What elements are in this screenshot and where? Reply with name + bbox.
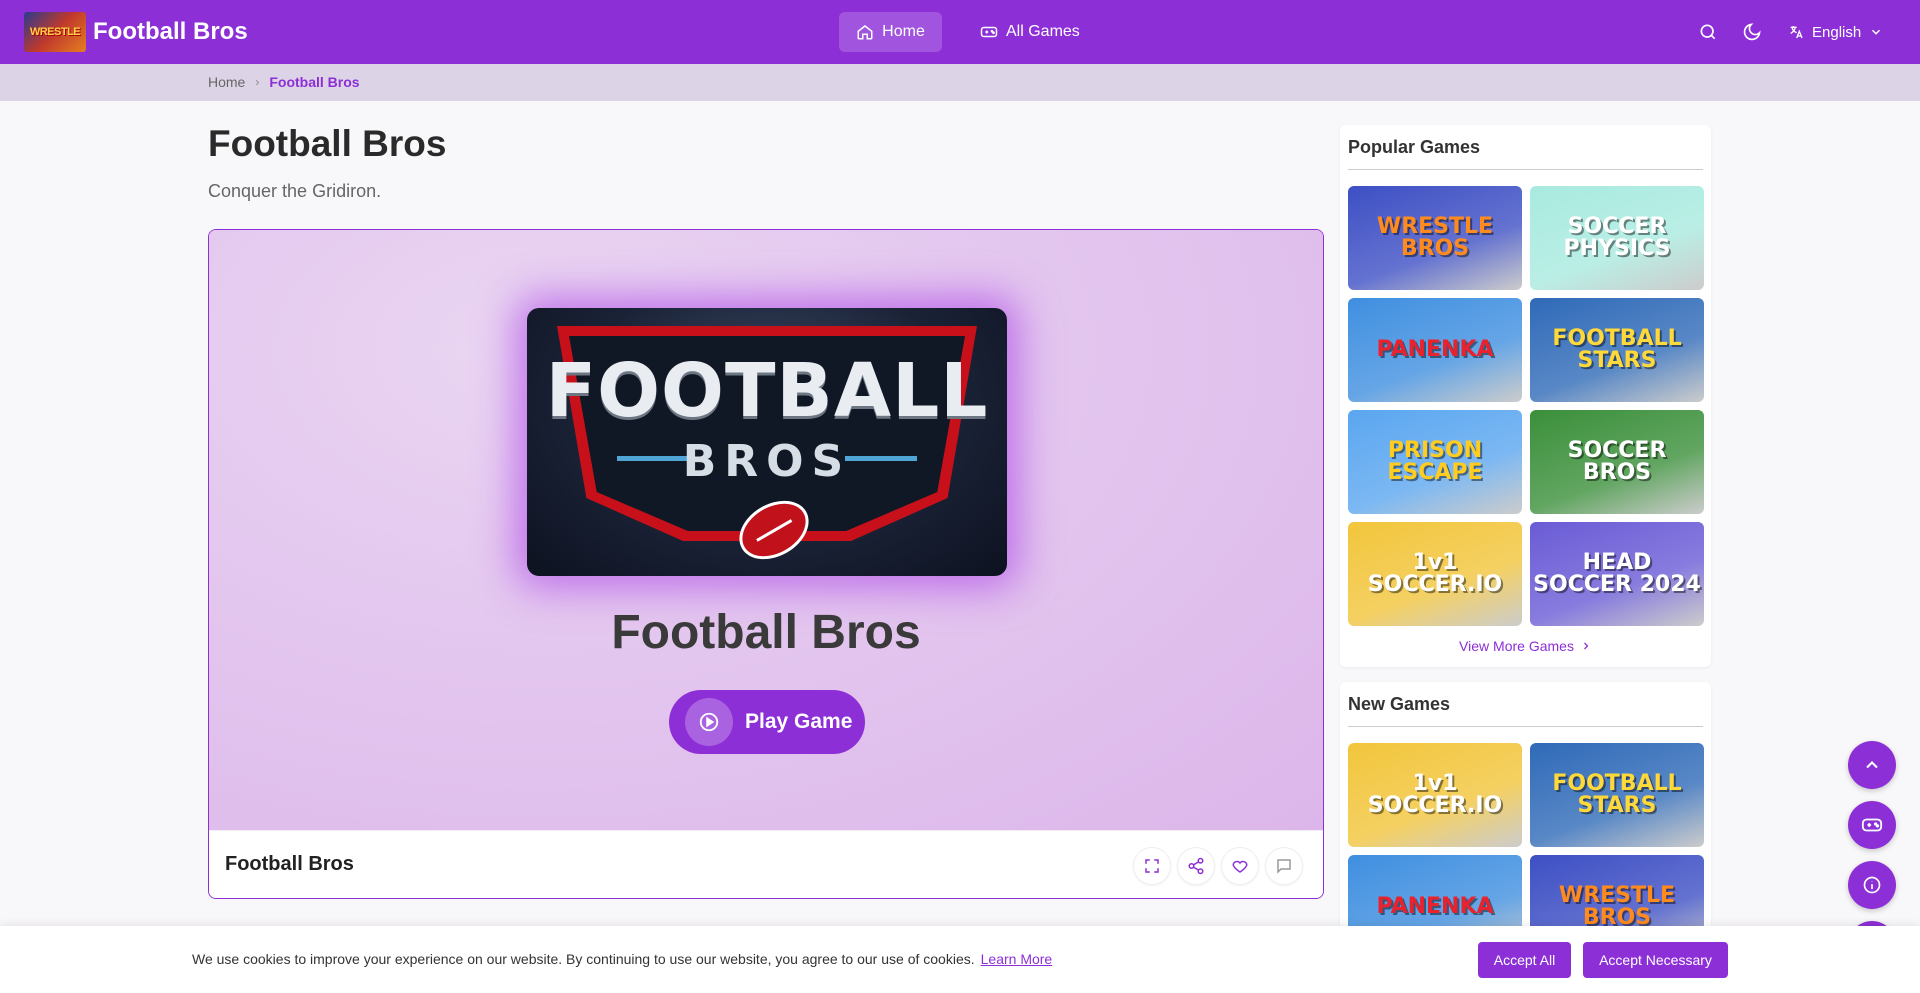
game-thumbnail-title: PANENKA (1376, 894, 1494, 919)
cookie-message: We use cookies to improve your experienc… (192, 951, 975, 967)
nav-home-label: Home (882, 23, 925, 40)
cover-title-line2: BROS (682, 436, 852, 487)
game-thumbnail-title: 1v1 SOCCER.IO (1367, 550, 1503, 597)
theme-toggle-button[interactable] (1740, 20, 1764, 44)
play-game-label: Play Game (745, 710, 853, 733)
chevron-right-icon: › (255, 75, 260, 89)
cookie-learn-more-link[interactable]: Learn More (981, 951, 1053, 967)
new-games-title: New Games (1348, 694, 1451, 714)
moon-icon (1743, 23, 1761, 41)
games-fab-button[interactable] (1848, 801, 1896, 849)
accept-necessary-button[interactable]: Accept Necessary (1583, 942, 1728, 978)
cookie-message-row: We use cookies to improve your experienc… (192, 951, 1052, 967)
nav-all-games[interactable]: All Games (980, 12, 1080, 52)
new-games-panel: New Games 1v1 SOCCER.IO FOOTBALL STARS PAN… (1340, 682, 1711, 959)
game-thumbnail-title: HEAD SOCCER 2024 (1533, 550, 1701, 597)
game-thumbnail-title: FOOTBALL STARS (1552, 326, 1682, 373)
game-thumbnail-title: WRESTLE BROS (1558, 883, 1676, 930)
game-player: FOOTBALL BROS Football Bros Play Game Fo… (208, 229, 1324, 899)
brand-name[interactable]: Football Bros (93, 18, 248, 46)
fullscreen-button[interactable] (1133, 847, 1171, 885)
favorite-button[interactable] (1221, 847, 1259, 885)
chevron-down-icon (1872, 29, 1881, 35)
game-thumbnail[interactable]: FOOTBALL STARS (1530, 298, 1704, 402)
chevron-right-icon (1584, 642, 1589, 650)
view-more-label: View More Games (1459, 638, 1574, 654)
game-thumbnail-title: WRESTLE BROS (1376, 214, 1494, 261)
logo-text: WRESTLE (29, 26, 81, 38)
site-logo[interactable]: WRESTLE (24, 12, 86, 52)
nav-home[interactable]: Home (839, 12, 942, 52)
breadcrumb-current: Football Bros (269, 74, 360, 90)
play-icon (685, 698, 733, 746)
heart-icon (1232, 860, 1248, 873)
language-selector[interactable]: English (1788, 20, 1883, 44)
search-icon (1700, 24, 1716, 40)
cover-title-line1: FOOTBALL (545, 348, 989, 434)
divider (1348, 169, 1703, 170)
game-thumbnail-title: PANENKA (1376, 337, 1494, 362)
game-thumbnail[interactable]: SOCCER BROS (1530, 410, 1704, 514)
accept-all-button[interactable]: Accept All (1478, 942, 1571, 978)
cookie-banner: We use cookies to improve your experienc… (0, 926, 1920, 993)
language-label: English (1812, 23, 1862, 41)
divider (1348, 726, 1703, 727)
top-navbar: WRESTLE Football Bros Home All Games Eng… (0, 0, 1920, 64)
gamepad-icon (980, 26, 998, 38)
translate-icon (1790, 26, 1803, 39)
info-icon (1863, 876, 1881, 894)
game-footer-title: Football Bros (225, 853, 354, 875)
game-thumbnail-title: SOCCER PHYSICS (1563, 214, 1671, 261)
share-button[interactable] (1177, 847, 1215, 885)
search-button[interactable] (1696, 20, 1720, 44)
breadcrumb: Home › Football Bros (208, 74, 360, 90)
game-thumbnail[interactable]: HEAD SOCCER 2024 (1530, 522, 1704, 626)
game-stage: FOOTBALL BROS Football Bros Play Game (209, 230, 1323, 830)
game-thumbnail[interactable]: PANENKA (1348, 298, 1522, 402)
game-thumbnail[interactable]: SOCCER PHYSICS (1530, 186, 1704, 290)
info-button[interactable] (1848, 861, 1896, 909)
comment-button[interactable] (1265, 847, 1303, 885)
game-thumbnail[interactable]: 1v1 SOCCER.IO (1348, 743, 1522, 847)
page-subtitle: Conquer the Gridiron. (208, 181, 382, 201)
stage-game-title: Football Bros (611, 606, 921, 659)
share-icon (1188, 857, 1204, 875)
scroll-top-button[interactable] (1848, 741, 1896, 789)
game-cover-image: FOOTBALL BROS (527, 308, 1007, 576)
popular-games-title: Popular Games (1348, 137, 1481, 157)
page-title: Football Bros (208, 123, 447, 164)
game-thumbnail[interactable]: FOOTBALL STARS (1530, 743, 1704, 847)
chevron-up-icon (1866, 761, 1878, 769)
gamepad-icon (1861, 818, 1883, 832)
game-footer: Football Bros (209, 830, 1323, 898)
game-thumbnail[interactable]: PRISON ESCAPE (1348, 410, 1522, 514)
play-game-button[interactable]: Play Game (669, 690, 865, 754)
game-thumbnail[interactable]: 1v1 SOCCER.IO (1348, 522, 1522, 626)
view-more-games-link[interactable]: View More Games (1340, 638, 1711, 654)
game-thumbnail-title: SOCCER BROS (1567, 438, 1667, 485)
home-icon (857, 25, 873, 40)
breadcrumb-home[interactable]: Home (208, 74, 245, 90)
comment-icon (1277, 859, 1291, 874)
game-thumbnail-title: PRISON ESCAPE (1387, 438, 1483, 485)
game-thumbnail-title: 1v1 SOCCER.IO (1367, 771, 1503, 818)
nav-all-games-label: All Games (1006, 23, 1080, 40)
fullscreen-icon (1145, 859, 1159, 873)
game-thumbnail-title: FOOTBALL STARS (1552, 771, 1682, 818)
popular-games-panel: Popular Games WRESTLE BROS SOCCER PHYSICS… (1340, 125, 1711, 667)
game-thumbnail[interactable]: WRESTLE BROS (1348, 186, 1522, 290)
